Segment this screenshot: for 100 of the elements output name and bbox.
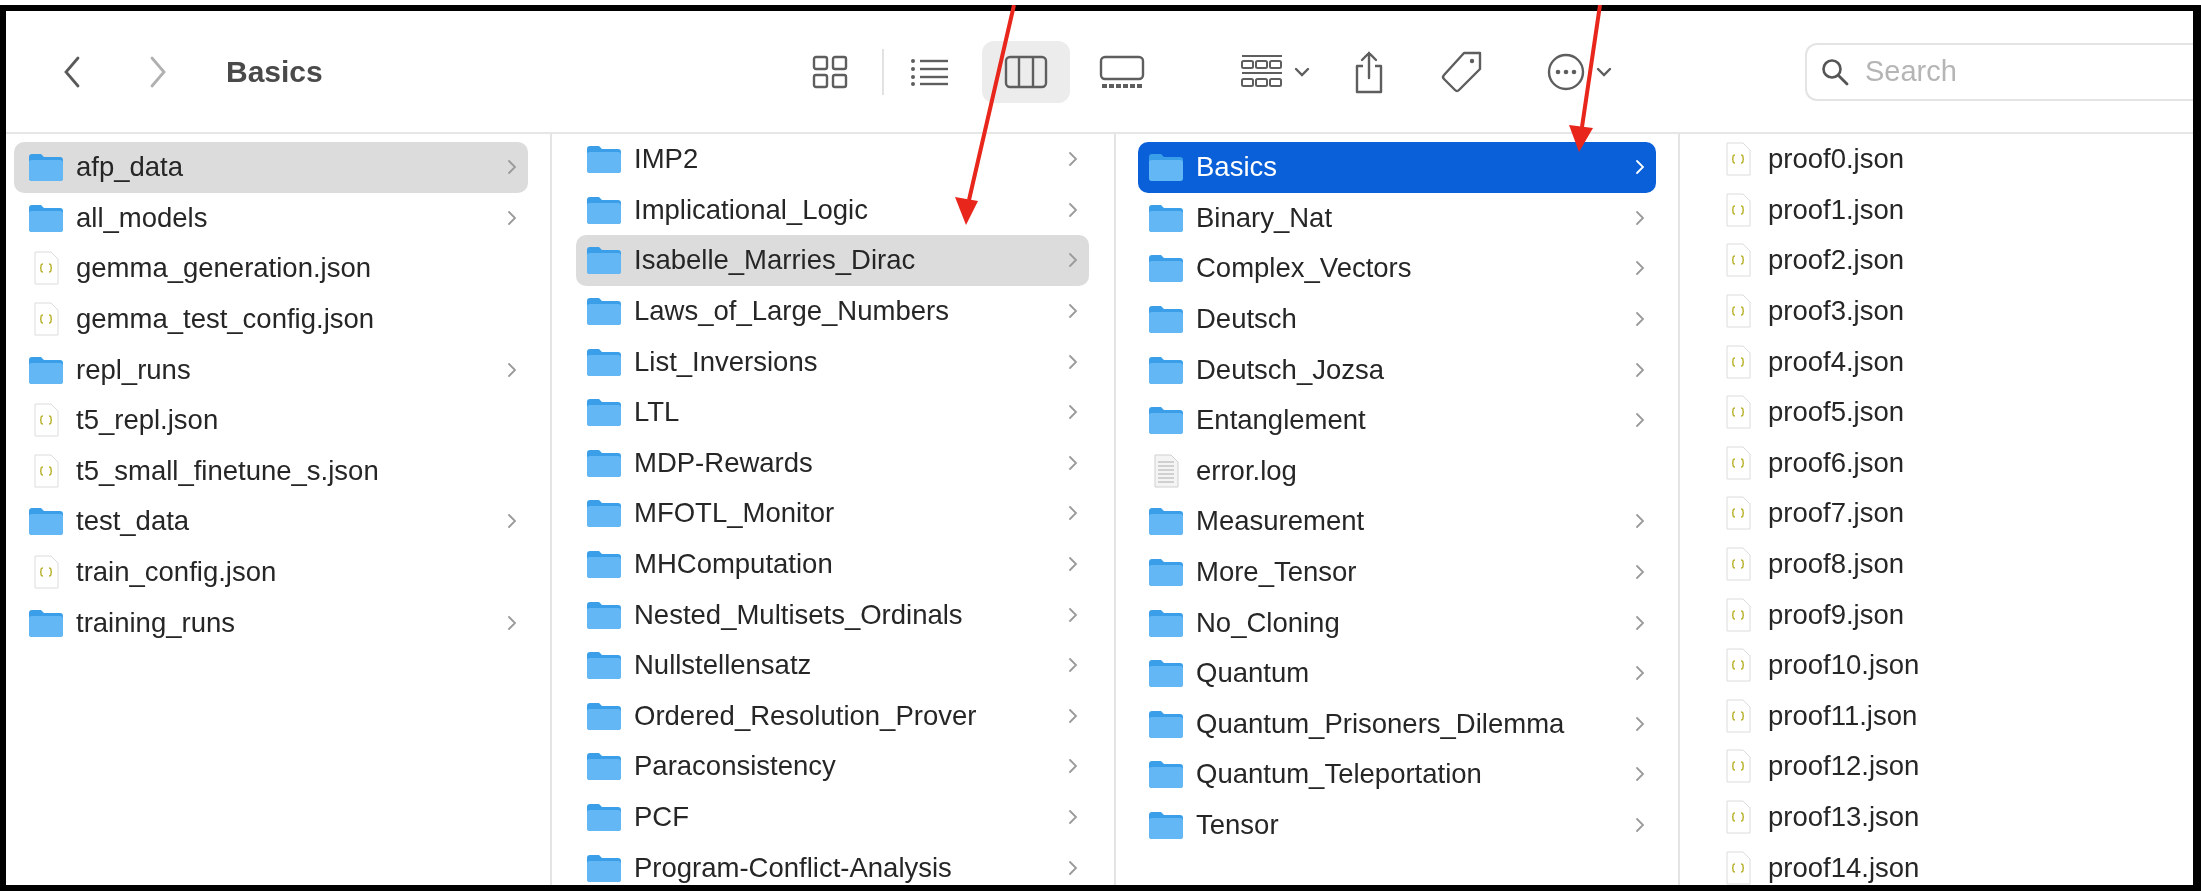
chevron-icon (506, 360, 518, 379)
chevron-icon (1067, 504, 1079, 523)
folder-item[interactable]: MFOTL_Monitor (576, 488, 1089, 539)
chevron-icon (1634, 664, 1646, 683)
folder-icon (1148, 810, 1184, 840)
json-file-icon (1724, 496, 1752, 531)
chevron-icon (1067, 200, 1079, 219)
file-item[interactable]: t5_small_finetune_s.json (14, 445, 528, 497)
column-view-button[interactable] (982, 40, 1070, 103)
folder-item[interactable]: Deutsch_Jozsa (1138, 344, 1656, 395)
folder-item[interactable]: List_Inversions (576, 336, 1089, 387)
folder-item[interactable]: Quantum_Prisoners_Dilemma (1138, 698, 1656, 750)
file-item[interactable]: proof3.json (1710, 285, 2173, 337)
chevron-icon (1067, 251, 1079, 270)
folder-icon (1148, 253, 1184, 284)
folder-icon (28, 202, 64, 233)
folder-item[interactable]: IMP2 (576, 134, 1089, 185)
folder-icon (586, 549, 622, 580)
folder-item[interactable]: all_models (14, 192, 528, 244)
json-file-icon (1724, 698, 1752, 733)
folder-item[interactable]: MDP-Rewards (576, 437, 1089, 489)
file-item[interactable]: proof11.json (1710, 690, 2173, 742)
folder-item[interactable]: LTL (576, 386, 1089, 438)
json-file-icon (1724, 850, 1752, 885)
file-item[interactable]: proof9.json (1710, 589, 2173, 640)
folder-item[interactable]: Quantum (1138, 647, 1656, 699)
file-item[interactable]: gemma_test_config.json (14, 293, 528, 345)
folder-item[interactable]: Binary_Nat (1138, 192, 1656, 244)
folder-item[interactable]: Isabelle_Marries_Dirac (576, 235, 1089, 286)
window-title: Basics (226, 54, 324, 89)
file-item[interactable]: error.log (1138, 445, 1656, 497)
folder-icon (586, 346, 622, 377)
json-file-icon (1724, 294, 1752, 329)
folder-icon (1148, 557, 1184, 588)
folder-item[interactable]: Program-Conflict-Analysis (576, 842, 1089, 885)
folder-item[interactable]: test_data (14, 496, 528, 547)
chevron-icon (1067, 656, 1079, 675)
chevron-icon (1634, 816, 1646, 834)
chevron-down-icon (1294, 66, 1310, 77)
file-item[interactable]: proof5.json (1710, 386, 2173, 438)
json-file-icon (32, 403, 60, 438)
folder-icon (1148, 202, 1184, 233)
chevron-icon (1634, 512, 1646, 531)
file-item[interactable]: proof13.json (1710, 791, 2173, 843)
file-item[interactable]: proof14.json (1710, 842, 2173, 885)
folder-item[interactable]: Basics (1138, 142, 1656, 193)
folder-item[interactable]: Paraconsistency (576, 741, 1089, 792)
folder-icon (1148, 304, 1184, 335)
folder-item[interactable]: Tensor (1138, 799, 1656, 851)
search-icon (1821, 57, 1849, 86)
folder-item[interactable]: More_Tensor (1138, 546, 1656, 598)
file-item[interactable]: proof4.json (1710, 336, 2173, 387)
chevron-down-icon (1596, 66, 1612, 77)
folder-item[interactable]: repl_runs (14, 344, 528, 395)
chevron-icon (1634, 563, 1646, 582)
json-file-icon (1724, 597, 1752, 632)
file-item[interactable]: proof7.json (1710, 488, 2173, 539)
search-field[interactable]: Search (1805, 42, 2193, 101)
folder-item[interactable]: Complex_Vectors (1138, 243, 1656, 294)
file-item[interactable]: proof12.json (1710, 741, 2173, 792)
folder-item[interactable]: MHComputation (576, 538, 1089, 590)
folder-icon (586, 245, 622, 276)
list-view-icon (910, 56, 950, 87)
chevron-icon (506, 208, 518, 227)
file-item[interactable]: t5_repl.json (14, 394, 528, 446)
file-item[interactable]: proof2.json (1710, 235, 2173, 286)
folder-item[interactable]: Entanglement (1138, 394, 1656, 446)
folder-item[interactable]: afp_data (14, 142, 528, 193)
group-icon (1240, 53, 1284, 90)
document-icon (1152, 453, 1180, 488)
folder-item[interactable]: No_Cloning (1138, 597, 1656, 648)
folder-item[interactable]: PCF (576, 791, 1089, 843)
folder-icon (586, 650, 622, 681)
file-item[interactable]: proof6.json (1710, 437, 2173, 489)
file-item[interactable]: train_config.json (14, 546, 528, 598)
file-item[interactable]: proof0.json (1710, 134, 2173, 185)
json-file-icon (1724, 445, 1752, 480)
chevron-icon (1067, 453, 1079, 472)
folder-item[interactable]: Nested_Multisets_Ordinals (576, 589, 1089, 640)
chevron-icon (1634, 411, 1646, 430)
folder-icon (28, 152, 64, 183)
folder-item[interactable]: Nullstellensatz (576, 639, 1089, 691)
file-item[interactable]: gemma_generation.json (14, 243, 528, 294)
folder-item[interactable]: Laws_of_Large_Numbers (576, 285, 1089, 337)
file-item[interactable]: proof1.json (1710, 184, 2173, 236)
file-item[interactable]: proof10.json (1710, 639, 2173, 691)
folder-icon (586, 144, 622, 175)
tag-icon (1440, 49, 1484, 94)
folder-icon (586, 700, 622, 731)
chevron-icon (506, 613, 518, 632)
folder-item[interactable]: Quantum_Teleportation (1138, 749, 1656, 800)
folder-item[interactable]: Deutsch (1138, 293, 1656, 345)
folder-icon (586, 397, 622, 428)
folder-item[interactable]: Ordered_Resolution_Prover (576, 690, 1089, 742)
file-item[interactable]: proof8.json (1710, 538, 2173, 590)
chevron-icon (1067, 757, 1079, 776)
folder-item[interactable]: Measurement (1138, 496, 1656, 547)
json-file-icon (1724, 800, 1752, 834)
json-file-icon (1724, 648, 1752, 683)
folder-item[interactable]: training_runs (14, 597, 528, 648)
